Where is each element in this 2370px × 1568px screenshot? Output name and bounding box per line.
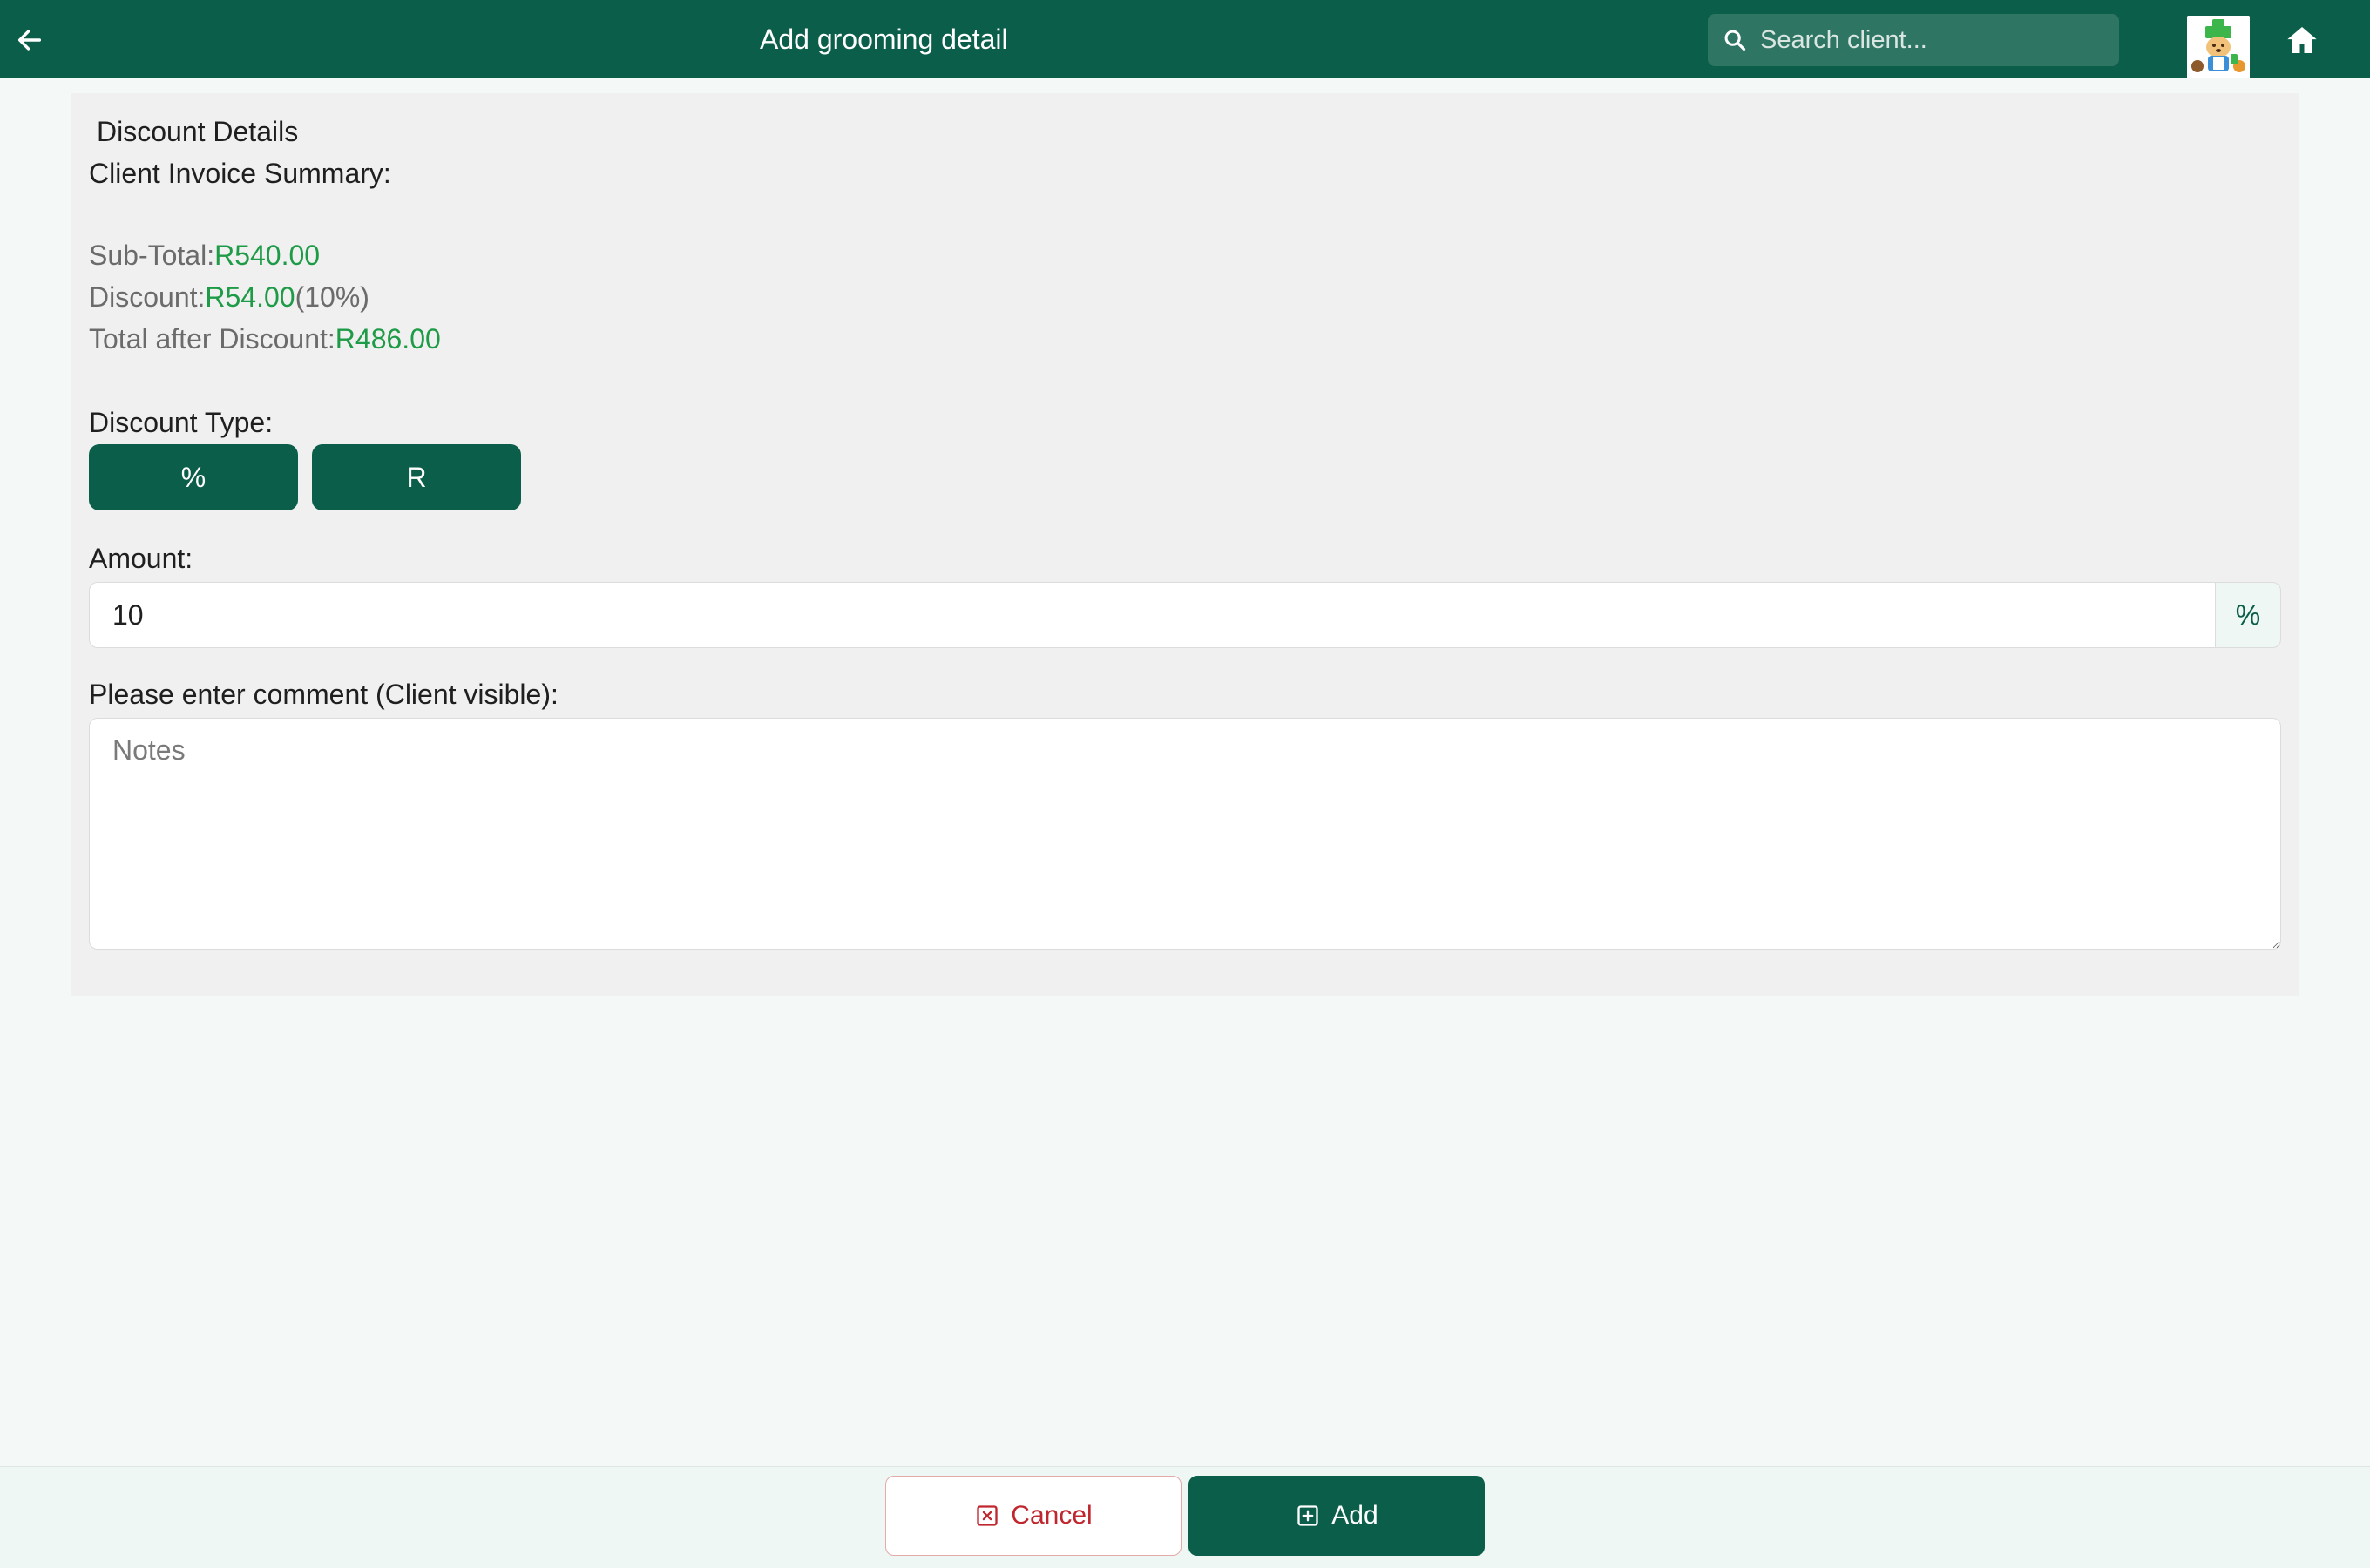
- add-label: Add: [1331, 1501, 1378, 1530]
- panel-title: Discount Details: [97, 116, 299, 147]
- arrow-left-icon: [17, 30, 42, 51]
- search-box[interactable]: [1708, 14, 2119, 66]
- amount-input-group: %: [89, 582, 2281, 648]
- search-client-input[interactable]: [1758, 14, 2119, 66]
- subtotal-value: R540.00: [214, 240, 321, 271]
- comment-label: Please enter comment (Client visible):: [89, 679, 559, 710]
- invoice-summary-title: Client Invoice Summary:: [89, 158, 391, 189]
- home-button[interactable]: [2281, 19, 2323, 61]
- discount-label: Discount:: [89, 281, 206, 313]
- total-label: Total after Discount:: [89, 323, 335, 355]
- home-icon: [2287, 27, 2317, 53]
- discount-details-panel: Discount Details Client Invoice Summary:…: [71, 93, 2299, 996]
- clinic-logo: [2187, 16, 2250, 78]
- discount-type-label: Discount Type:: [89, 407, 274, 438]
- amount-input[interactable]: [89, 582, 2215, 648]
- pet-clinic-logo-icon: [2187, 16, 2250, 78]
- action-footer: Cancel Add: [0, 1466, 2370, 1568]
- discount-type-percent-button[interactable]: %: [89, 444, 298, 510]
- discount-percent: (10%): [295, 281, 369, 313]
- total-value: R486.00: [335, 323, 441, 355]
- page-title: Add grooming detail: [760, 24, 1008, 55]
- comment-textarea[interactable]: [89, 718, 2281, 950]
- amount-unit-suffix: %: [2215, 582, 2281, 648]
- discount-line: Discount:R54.00(10%): [89, 280, 369, 314]
- plus-square-icon: [1295, 1503, 1321, 1529]
- search-icon: [1722, 27, 1748, 53]
- discount-value: R54.00: [205, 281, 295, 313]
- cancel-button[interactable]: Cancel: [885, 1476, 1182, 1556]
- subtotal-line: Sub-Total:R540.00: [89, 238, 320, 273]
- total-line: Total after Discount:R486.00: [89, 321, 441, 356]
- close-square-icon: [974, 1503, 1000, 1529]
- amount-label: Amount:: [89, 543, 193, 574]
- subtotal-label: Sub-Total:: [89, 240, 215, 271]
- add-button[interactable]: Add: [1188, 1476, 1485, 1556]
- app-header: Add grooming detail: [0, 0, 2370, 78]
- discount-type-rand-button[interactable]: R: [312, 444, 521, 510]
- cancel-label: Cancel: [1011, 1501, 1093, 1530]
- back-button[interactable]: [10, 21, 49, 59]
